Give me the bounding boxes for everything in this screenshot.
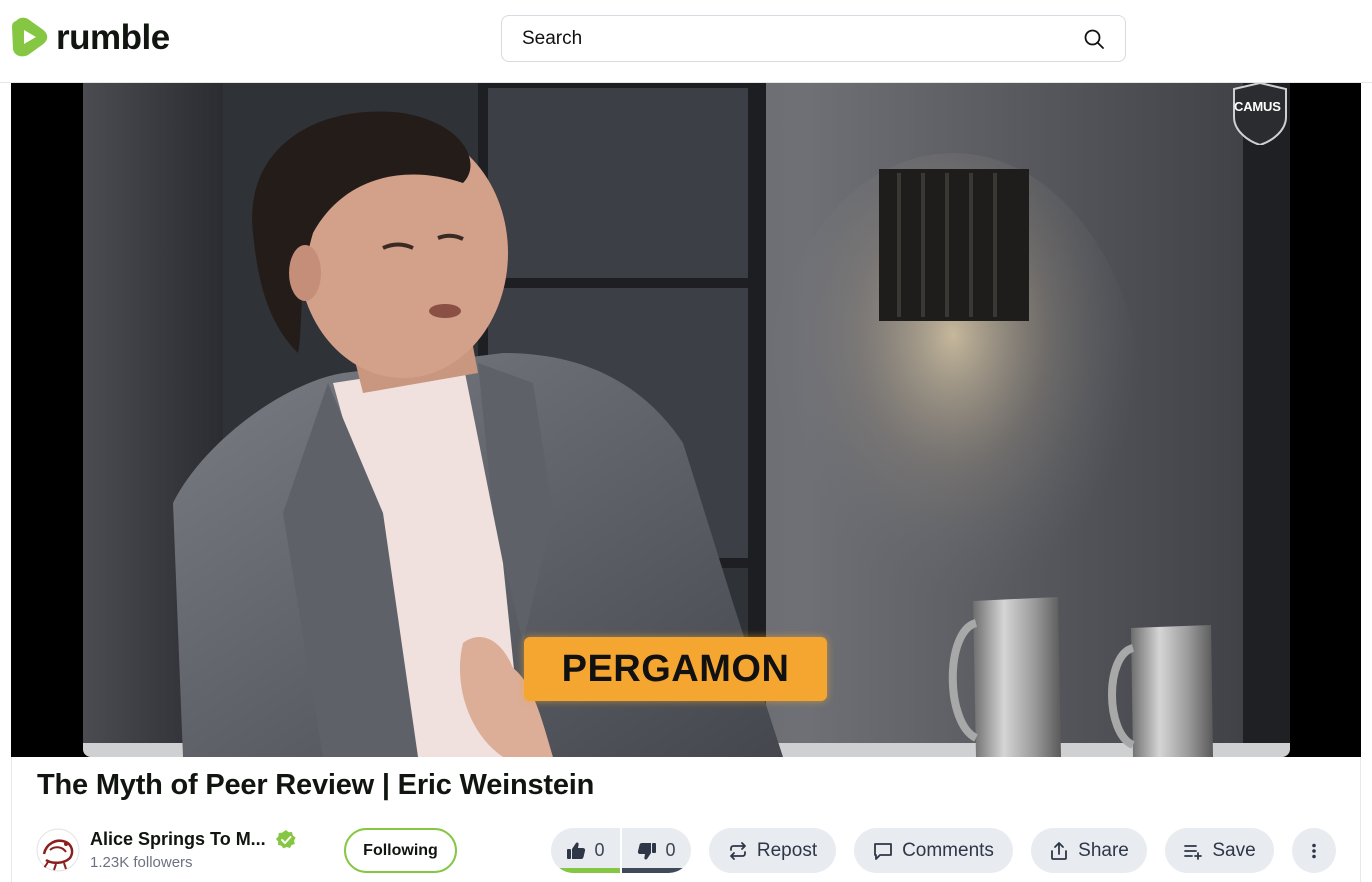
video-caption: PERGAMON <box>524 637 827 701</box>
thumbs-up-icon <box>567 842 586 859</box>
like-button[interactable]: 0 <box>551 828 620 873</box>
camus-watermark: CAMUS <box>1230 83 1290 145</box>
channel-name[interactable]: Alice Springs To M... <box>90 829 266 850</box>
like-count: 0 <box>594 840 605 860</box>
site-header: rumble <box>0 0 1372 83</box>
comments-button[interactable]: Comments <box>854 828 1013 873</box>
repost-button[interactable]: Repost <box>709 828 836 873</box>
more-vertical-icon <box>1312 843 1316 858</box>
verified-check-icon <box>275 829 296 848</box>
repost-label: Repost <box>756 839 818 861</box>
search-input[interactable] <box>522 27 1073 50</box>
dislike-ratio-bar <box>622 868 691 873</box>
save-button[interactable]: Save <box>1165 828 1274 873</box>
brand-name: rumble <box>56 17 170 57</box>
dislike-button[interactable]: 0 <box>620 828 691 873</box>
avatar-image <box>36 828 80 872</box>
playlist-add-icon <box>1184 844 1203 860</box>
comment-icon <box>874 842 892 860</box>
dislike-count: 0 <box>665 840 676 860</box>
caption-text: PERGAMON <box>561 647 790 690</box>
following-button[interactable]: Following <box>344 828 457 873</box>
repost-icon <box>729 841 746 860</box>
save-label: Save <box>1212 839 1256 861</box>
watermark-shield-icon <box>1233 83 1287 145</box>
channel-name-row: Alice Springs To M... <box>90 829 296 850</box>
share-icon <box>1051 841 1068 860</box>
search-bar[interactable] <box>501 15 1126 62</box>
search-icon[interactable] <box>1083 28 1105 50</box>
watermark-text: CAMUS <box>1234 99 1281 114</box>
video-title: The Myth of Peer Review | Eric Weinstein <box>37 769 595 801</box>
like-ratio-bar <box>551 868 620 873</box>
more-options-button[interactable] <box>1292 828 1336 873</box>
thumbs-down-icon <box>638 842 657 859</box>
share-label: Share <box>1078 839 1129 861</box>
share-button[interactable]: Share <box>1031 828 1147 873</box>
comments-label: Comments <box>902 839 994 861</box>
video-player[interactable]: CAMUS PERGAMON <box>11 83 1361 757</box>
channel-info[interactable]: Alice Springs To M... 1.23K followers <box>36 828 296 872</box>
rumble-logo[interactable]: rumble <box>10 16 170 58</box>
follower-count: 1.23K followers <box>90 854 193 871</box>
channel-meta: Alice Springs To M... 1.23K followers <box>90 829 296 871</box>
rumble-logo-icon <box>12 17 48 57</box>
channel-avatar[interactable] <box>36 828 80 872</box>
video-frame[interactable]: CAMUS PERGAMON <box>83 83 1290 757</box>
vote-control: 0 0 <box>551 828 691 873</box>
